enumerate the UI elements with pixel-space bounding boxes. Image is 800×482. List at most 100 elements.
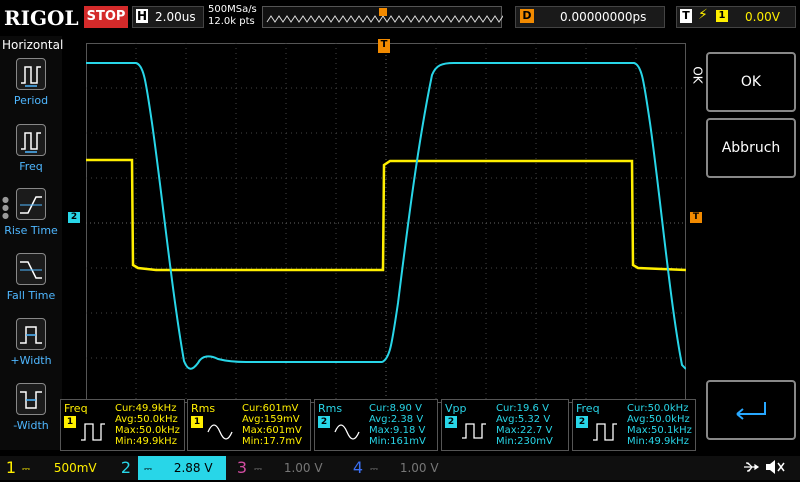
menu-item-label: +Width [10,354,52,367]
menu-item-freq[interactable]: Freq [0,124,62,173]
measurement-freq-ch1[interactable]: Freq 1 Cur:49.9kHz Avg:50.0kHz Max:50.0k… [60,399,185,451]
measurement-vpp-ch2[interactable]: Vpp 2 Cur:19.6 V Avg:5.32 V Max:22.7 V M… [441,399,569,451]
channel-1-number[interactable]: 1 [0,456,22,480]
measurement-name: Freq [64,402,88,415]
measurement-min: Min:230mV [496,436,553,447]
channel-2-number[interactable]: 2 [114,456,138,480]
memory-overview-bar[interactable] [262,6,516,28]
measurement-name: Rms [318,402,343,415]
measurement-avg: Avg:2.38 V [369,414,424,425]
dc-coupling-icon: ⎓ [144,464,152,475]
enter-arrow-icon [736,402,766,420]
measurement-cur: Cur:8.90 V [369,403,422,414]
channel-2-status[interactable]: ⎓ 2.88 V [138,456,226,480]
rising-edge-icon: ⚡ [698,7,708,23]
measurement-min: Min:49.9kHz [115,436,177,447]
sample-rate: 500MSa/s [208,4,257,15]
channel-2-offset-marker[interactable]: 2 [68,212,80,223]
channel-3-scale: 1.00 V [283,461,323,475]
close-icon[interactable]: OK [691,66,705,83]
measurement-min: Min:49.9kHz [627,436,689,447]
measurement-min: Min:161mV [369,436,426,447]
measurement-name: Vpp [445,402,467,415]
menu-item-label: Period [13,94,49,107]
measurement-max: Max:50.0kHz [115,425,180,436]
measurement-max: Max:22.7 V [496,425,553,436]
delay-letter: D [520,9,534,23]
measurement-avg: Avg:50.0kHz [115,414,178,425]
channel-1-scale: 500mV [53,461,97,475]
enter-button[interactable] [706,380,796,440]
measurement-cur: Cur:601mV [242,403,299,414]
waveform-display[interactable] [86,43,686,403]
channel-4-status[interactable]: ⎓ 1.00 V [370,456,458,480]
trigger-source: 1 [716,10,728,22]
run-stop-indicator[interactable]: STOP [84,6,128,28]
channel-badge: 2 [576,416,588,428]
measurement-min: Min:17.7mV [242,436,302,447]
frequency-icon [16,124,46,156]
measurement-name: Freq [576,402,600,415]
dc-coupling-icon: ⎓ [22,464,30,475]
vpp-icon [462,423,486,439]
horizontal-letter: H [136,9,148,23]
measurement-max: Max:601mV [242,425,302,436]
memory-overview-waveform [266,8,516,23]
menu-item-period[interactable]: Period [0,58,62,107]
frequency-icon [593,423,617,441]
sample-rate-readout: 500MSa/s 12.0k pts [208,4,257,28]
channel-2-scale: 2.88 V [173,461,213,475]
rms-icon [334,424,360,440]
menu-item-rise-time[interactable]: Rise Time [0,188,62,237]
measurement-freq-ch2[interactable]: Freq 2 Cur:50.0kHz Avg:50.0kHz Max:50.1k… [572,399,696,451]
menu-item-label: -Width [13,419,49,432]
menu-item-fall-time[interactable]: Fall Time [0,253,62,302]
channel-3-status[interactable]: ⎓ 1.00 V [254,456,342,480]
channel-3-number[interactable]: 3 [230,456,254,480]
memory-depth: 12.0k pts [208,16,255,27]
timebase-value: 2.00us [155,10,196,24]
menu-item-negative-width[interactable]: -Width [0,383,62,432]
delay-value: 0.00000000ps [560,10,647,24]
rms-icon [207,424,233,440]
trigger-level: 0.00V [745,10,780,24]
trigger-letter: T [680,9,692,23]
menu-item-positive-width[interactable]: +Width [0,318,62,367]
channel-badge: 1 [191,416,203,428]
dc-coupling-icon: ⎓ [254,464,262,475]
cancel-button[interactable]: Abbruch [706,118,796,178]
measurement-max: Max:9.18 V [369,425,426,436]
frequency-icon [81,423,105,441]
channel-1-status[interactable]: ⎓ 500mV [22,456,112,480]
measurement-rms-ch1[interactable]: Rms 1 Cur:601mV Avg:159mV Max:601mV Min:… [187,399,311,451]
graticule [86,43,686,403]
channel-badge: 2 [318,416,330,428]
channel-badge: 2 [445,416,457,428]
menu-item-label: Freq [19,160,43,173]
measurement-cur: Cur:49.9kHz [115,403,177,414]
rigol-logo: RIGOL [4,6,79,30]
channel-badge: 1 [64,416,76,428]
measurement-rms-ch2[interactable]: Rms 2 Cur:8.90 V Avg:2.38 V Max:9.18 V M… [314,399,438,451]
rise-time-icon [16,188,46,220]
trigger-position-marker[interactable]: T [378,39,390,53]
ok-button[interactable]: OK [706,52,796,112]
fall-time-icon [16,253,46,285]
measurement-cur: Cur:19.6 V [496,403,549,414]
menu-title: Horizontal [2,38,64,52]
positive-width-icon [16,318,46,350]
measurement-max: Max:50.1kHz [627,425,692,436]
speaker-muted-icon[interactable] [764,458,786,480]
channel-4-scale: 1.00 V [399,461,439,475]
menu-item-label: Rise Time [4,224,58,237]
channel-4-number[interactable]: 4 [346,456,370,480]
usb-icon [742,458,762,480]
measurement-cur: Cur:50.0kHz [627,403,689,414]
trigger-level-marker[interactable]: T [690,212,702,223]
menu-item-label: Fall Time [6,289,56,302]
measurement-name: Rms [191,402,216,415]
period-icon [16,58,46,90]
negative-width-icon [16,383,46,415]
measurement-avg: Avg:50.0kHz [627,414,690,425]
dc-coupling-icon: ⎓ [370,464,378,475]
